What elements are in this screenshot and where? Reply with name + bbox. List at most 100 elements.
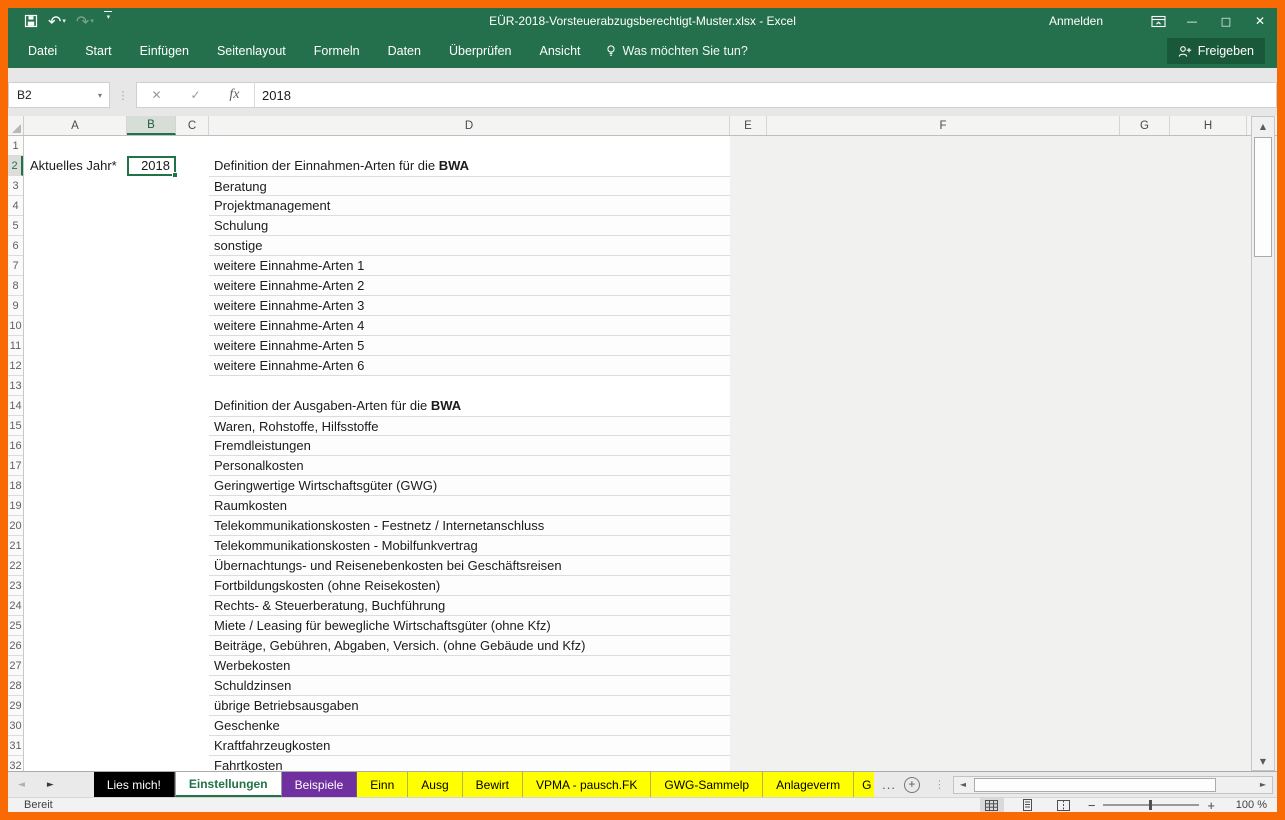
- sheet-tab-lies-mich[interactable]: Lies mich!: [94, 772, 175, 797]
- cell-D28[interactable]: Schuldzinsen: [209, 676, 730, 696]
- redo-dropdown-icon[interactable]: ▾: [90, 17, 94, 25]
- cell-D24[interactable]: Rechts- & Steuerberatung, Buchführung: [209, 596, 730, 616]
- cell-D32[interactable]: Fahrtkosten: [209, 756, 730, 771]
- sheet-tab-overflow[interactable]: ...: [874, 772, 904, 797]
- ribbon-tab-daten[interactable]: Daten: [374, 36, 435, 66]
- ribbon-tab-überprüfen[interactable]: Überprüfen: [435, 36, 526, 66]
- page-layout-view-button[interactable]: [1016, 798, 1040, 812]
- column-header-B[interactable]: B: [127, 116, 176, 135]
- cell-D10[interactable]: weitere Einnahme-Arten 4: [209, 316, 730, 336]
- cell-B2-selected[interactable]: 2018: [127, 156, 176, 176]
- undo-dropdown-icon[interactable]: ▾: [62, 17, 66, 25]
- cell-D3[interactable]: Beratung: [209, 176, 730, 196]
- name-box[interactable]: B2 ▾: [8, 82, 110, 108]
- normal-view-button[interactable]: [980, 798, 1004, 812]
- cell-D15[interactable]: Waren, Rohstoffe, Hilfsstoffe: [209, 416, 730, 436]
- ribbon-tab-seitenlayout[interactable]: Seitenlayout: [203, 36, 300, 66]
- sheet-nav-right-icon[interactable]: ►: [47, 780, 54, 790]
- cell-D31[interactable]: Kraftfahrzeugkosten: [209, 736, 730, 756]
- tell-me-box[interactable]: Was möchten Sie tun?: [605, 44, 748, 58]
- sheet-tab-anlageverm[interactable]: Anlageverm: [763, 772, 854, 797]
- maximize-button[interactable]: □: [1209, 8, 1243, 34]
- cell-D9[interactable]: weitere Einnahme-Arten 3: [209, 296, 730, 316]
- ribbon-tab-ansicht[interactable]: Ansicht: [526, 36, 595, 66]
- column-header-C[interactable]: C: [176, 116, 209, 135]
- sheet-tab-beispiele[interactable]: Beispiele: [282, 772, 358, 797]
- ribbon-tab-formeln[interactable]: Formeln: [300, 36, 374, 66]
- minimize-button[interactable]: —: [1175, 8, 1209, 34]
- cell-D20[interactable]: Telekommunikationskosten - Festnetz / In…: [209, 516, 730, 536]
- vertical-scroll-thumb[interactable]: [1254, 137, 1272, 257]
- vertical-scrollbar[interactable]: ▲ ▼: [1251, 116, 1275, 771]
- cell-D21[interactable]: Telekommunikationskosten - Mobilfunkvert…: [209, 536, 730, 556]
- redo-button[interactable]: ↷ ▾: [73, 11, 97, 31]
- customize-quick-access-button[interactable]: ▾: [101, 11, 115, 31]
- sheet-tab-einstellungen[interactable]: Einstellungen: [175, 772, 282, 797]
- sheet-tab-ausg[interactable]: Ausg: [408, 772, 462, 797]
- zoom-out-button[interactable]: −: [1088, 798, 1096, 813]
- cell-D8[interactable]: weitere Einnahme-Arten 2: [209, 276, 730, 296]
- cancel-icon[interactable]: ✕: [151, 88, 161, 102]
- cell-D18[interactable]: Geringwertige Wirtschaftsgüter (GWG): [209, 476, 730, 496]
- sheet-nav-left-icon[interactable]: ◄: [18, 780, 25, 790]
- column-header-G[interactable]: G: [1120, 116, 1170, 135]
- column-header-E[interactable]: E: [730, 116, 767, 135]
- ribbon-tab-einfügen[interactable]: Einfügen: [126, 36, 203, 66]
- scroll-left-icon[interactable]: ◄: [954, 777, 972, 793]
- cell-D26[interactable]: Beiträge, Gebühren, Abgaben, Versich. (o…: [209, 636, 730, 656]
- zoom-level[interactable]: 100 %: [1227, 799, 1267, 811]
- scroll-down-icon[interactable]: ▼: [1252, 752, 1274, 770]
- column-header-H[interactable]: H: [1170, 116, 1247, 135]
- cell-D23[interactable]: Fortbildungskosten (ohne Reisekosten): [209, 576, 730, 596]
- column-header-D[interactable]: D: [209, 116, 730, 135]
- sheet-tab-bewirt[interactable]: Bewirt: [463, 772, 523, 797]
- cell-D30[interactable]: Geschenke: [209, 716, 730, 736]
- cell-D29[interactable]: übrige Betriebsausgaben: [209, 696, 730, 716]
- cell-D14[interactable]: Definition der Ausgaben-Arten für die BW…: [214, 396, 461, 416]
- column-header-A[interactable]: A: [24, 116, 127, 135]
- close-button[interactable]: ✕: [1243, 8, 1277, 34]
- column-header-F[interactable]: F: [767, 116, 1120, 135]
- cell-D25[interactable]: Miete / Leasing für bewegliche Wirtschaf…: [209, 616, 730, 636]
- cell-D7[interactable]: weitere Einnahme-Arten 1: [209, 256, 730, 276]
- sheet-tab-einn[interactable]: Einn: [357, 772, 408, 797]
- ribbon-tab-start[interactable]: Start: [71, 36, 125, 66]
- sheet-tab-vpma-pausch-fk[interactable]: VPMA - pausch.FK: [523, 772, 651, 797]
- formula-input[interactable]: 2018: [254, 82, 1277, 108]
- share-button[interactable]: Freigeben: [1167, 38, 1265, 64]
- undo-button[interactable]: ↶ ▾: [45, 11, 69, 31]
- cell-D19[interactable]: Raumkosten: [209, 496, 730, 516]
- sheet-tab-g[interactable]: G: [854, 772, 874, 797]
- save-button[interactable]: [21, 11, 41, 31]
- ribbon-display-options-button[interactable]: [1141, 8, 1175, 34]
- cell-D2[interactable]: Definition der Einnahmen-Arten für die B…: [214, 156, 469, 176]
- horizontal-scrollbar[interactable]: ◄ ►: [953, 776, 1273, 794]
- cell-D11[interactable]: weitere Einnahme-Arten 5: [209, 336, 730, 356]
- cell-D22[interactable]: Übernachtungs- und Reisenebenkosten bei …: [209, 556, 730, 576]
- insert-function-icon[interactable]: fx: [229, 87, 239, 103]
- name-box-dropdown-icon[interactable]: ▾: [98, 91, 102, 100]
- zoom-slider-thumb[interactable]: [1149, 800, 1152, 810]
- enter-icon[interactable]: ✓: [190, 88, 200, 102]
- cell-D5[interactable]: Schulung: [209, 216, 730, 236]
- horizontal-scroll-thumb[interactable]: [974, 778, 1216, 792]
- zoom-slider[interactable]: [1103, 804, 1199, 806]
- cell-D12[interactable]: weitere Einnahme-Arten 6: [209, 356, 730, 376]
- select-all-button[interactable]: [8, 116, 24, 135]
- scroll-up-icon[interactable]: ▲: [1252, 117, 1274, 135]
- page-break-view-button[interactable]: [1052, 798, 1076, 812]
- cell-A2[interactable]: Aktuelles Jahr*: [30, 156, 117, 176]
- scroll-right-icon[interactable]: ►: [1254, 777, 1272, 793]
- cell-D16[interactable]: Fremdleistungen: [209, 436, 730, 456]
- cell-D27[interactable]: Werbekosten: [209, 656, 730, 676]
- add-sheet-button[interactable]: +: [904, 777, 920, 793]
- cell-D6[interactable]: sonstige: [209, 236, 730, 256]
- fill-handle[interactable]: [172, 172, 178, 178]
- zoom-in-button[interactable]: +: [1207, 798, 1215, 813]
- ribbon-tab-datei[interactable]: Datei: [14, 36, 71, 66]
- worksheet-grid[interactable]: 1234567891011121314151617181920212223242…: [8, 136, 1277, 771]
- cell-D17[interactable]: Personalkosten: [209, 456, 730, 476]
- sign-in-link[interactable]: Anmelden: [1049, 14, 1103, 28]
- cell-D4[interactable]: Projektmanagement: [209, 196, 730, 216]
- sheet-tab-gwg-sammelp[interactable]: GWG-Sammelp: [651, 772, 763, 797]
